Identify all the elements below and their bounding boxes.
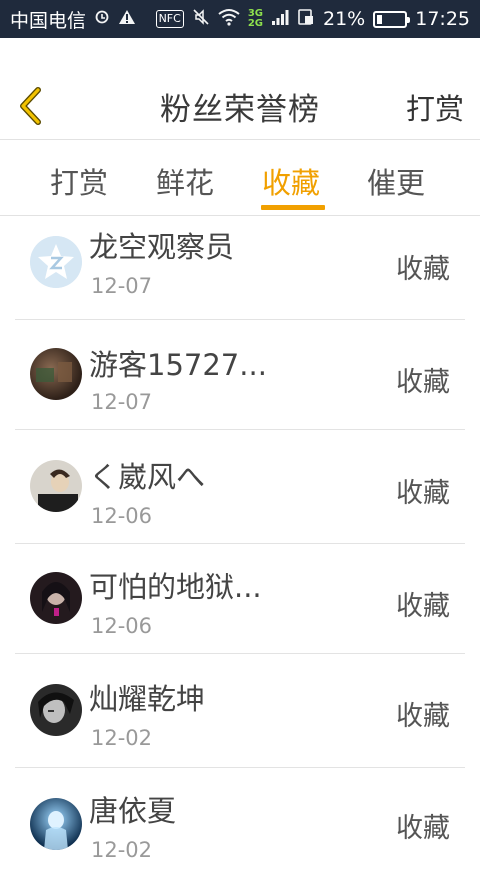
fan-list: 龙空观察员 12-07 收藏 游客15727... 12-07 收藏 く崴风へ … — [0, 216, 480, 880]
list-item[interactable]: 唐依夏 12-02 收藏 — [15, 768, 465, 880]
date-label: 12-02 — [91, 838, 153, 862]
user-name: 灿耀乾坤 — [89, 682, 206, 716]
action-label: 收藏 — [396, 591, 450, 622]
battery-fill — [377, 14, 383, 24]
warning-icon — [118, 9, 136, 29]
network-type-indicator: 3G 2G — [248, 9, 263, 29]
nfc-icon: NFC — [155, 10, 184, 28]
header: 粉丝荣誉榜 打赏 — [0, 38, 480, 140]
date-label: 12-06 — [91, 504, 153, 528]
battery-percent: 21% — [323, 8, 366, 30]
logo-avatar — [30, 236, 82, 288]
user-name: 龙空观察员 — [89, 230, 235, 264]
list-item[interactable]: 灿耀乾坤 12-02 收藏 — [15, 654, 465, 768]
carrier-label: 中国电信 — [10, 9, 87, 32]
user-name: 唐依夏 — [89, 794, 177, 828]
user-avatar — [30, 798, 82, 850]
user-name: く崴风へ — [89, 460, 206, 494]
user-name: 游客15727... — [89, 348, 267, 382]
sync-icon — [94, 9, 110, 29]
tab-flowers[interactable]: 鲜花 — [156, 160, 214, 202]
list-item[interactable]: 可怕的地狱... 12-06 收藏 — [15, 544, 465, 654]
battery-icon — [373, 10, 411, 28]
list-item[interactable]: 龙空观察员 12-07 收藏 — [15, 216, 465, 320]
tab-reward[interactable]: 打赏 — [50, 160, 108, 202]
reward-button[interactable]: 打赏 — [406, 86, 464, 128]
active-tab-indicator — [261, 205, 325, 210]
date-label: 12-02 — [91, 726, 153, 750]
action-label: 收藏 — [396, 367, 450, 398]
date-label: 12-07 — [91, 274, 153, 298]
sim-icon — [297, 8, 315, 30]
mute-icon — [192, 8, 210, 30]
wifi-icon — [218, 8, 240, 30]
action-label: 收藏 — [396, 254, 450, 285]
tab-urge-update[interactable]: 催更 — [367, 160, 425, 202]
user-avatar — [30, 684, 82, 736]
user-name: 可怕的地狱... — [89, 570, 262, 604]
status-bar: 中国电信 NFC 3G 2G 21% 17:25 — [0, 0, 480, 38]
tab-bar: 打赏 鲜花 收藏 催更 — [0, 140, 480, 216]
date-label: 12-07 — [91, 390, 153, 414]
user-avatar — [30, 348, 82, 400]
action-label: 收藏 — [396, 701, 450, 732]
net-2g: 2G — [247, 18, 263, 29]
status-left: 中国电信 — [10, 6, 136, 33]
user-avatar — [30, 572, 82, 624]
list-item[interactable]: 游客15727... 12-07 收藏 — [15, 320, 465, 430]
action-label: 收藏 — [396, 478, 450, 509]
user-avatar — [30, 460, 82, 512]
signal-icon — [271, 8, 289, 30]
clock: 17:25 — [415, 8, 470, 30]
date-label: 12-06 — [91, 614, 153, 638]
status-right: NFC 3G 2G 21% 17:25 — [155, 8, 470, 30]
tab-favorites[interactable]: 收藏 — [262, 160, 320, 202]
list-item[interactable]: く崴风へ 12-06 收藏 — [15, 430, 465, 544]
action-label: 收藏 — [396, 813, 450, 844]
